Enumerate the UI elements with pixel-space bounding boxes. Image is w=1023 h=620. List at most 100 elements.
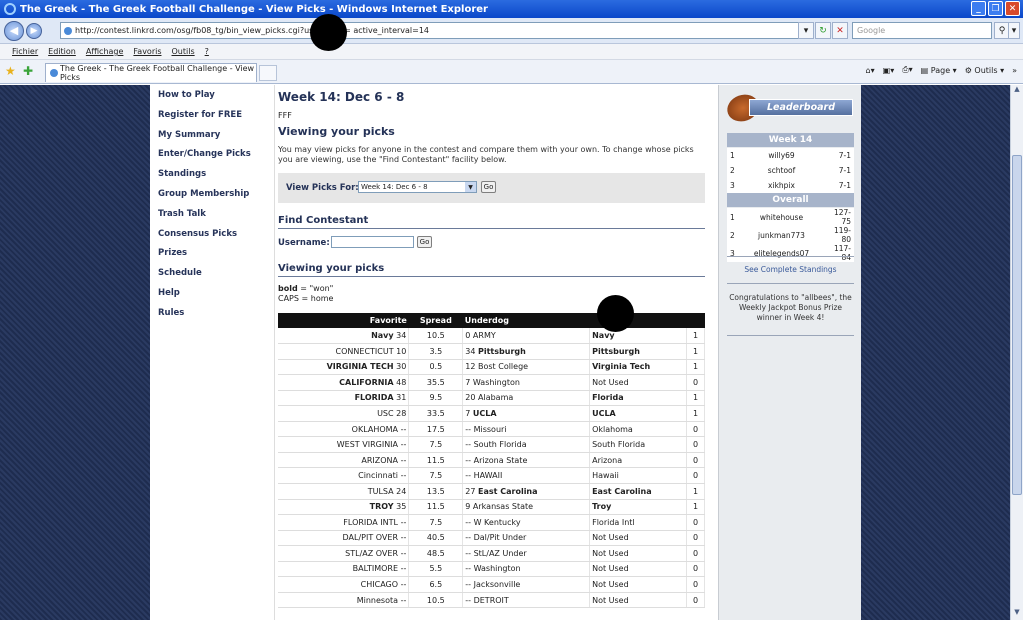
leader-row[interactable]: 3 xikhpix 7-1 [727,178,854,193]
stop-icon[interactable]: ✕ [832,22,848,39]
tab-bar: ★ ✚ The Greek - The Greek Football Chall… [0,60,1023,84]
maximize-icon[interactable]: ❐ [988,1,1003,16]
nav-enter-picks[interactable]: Enter/Change Picks [150,144,274,164]
leader-name[interactable]: junkman773 [741,226,822,244]
leader-row[interactable]: 3 elitelegends07 117-84 [727,244,854,262]
underdog-cell: 0 ARMY [462,328,591,345]
points-cell: 0 [686,421,706,438]
url-dropdown-icon[interactable]: ▾ [798,22,814,39]
home-icon[interactable]: ⌂▾ [866,66,875,75]
underdog-team: W Kentucky [473,517,521,527]
nav-my-summary[interactable]: My Summary [150,125,274,145]
favorite-score: -- [400,533,407,543]
nav-rules[interactable]: Rules [150,303,274,323]
underdog-score: 0 [465,331,471,341]
underdog-cell: -- South Florida [462,436,591,453]
leader-row[interactable]: 2 junkman773 119-80 [727,226,854,244]
menu-help[interactable]: ? [205,47,209,56]
page-title: Week 14: Dec 6 - 8 [278,90,405,104]
forward-button[interactable]: ▶ [26,22,42,39]
refresh-icon[interactable]: ↻ [815,22,831,39]
leader-rank: 1 [730,151,735,160]
spread-cell: 10.5 [408,328,464,345]
scroll-thumb[interactable] [1012,155,1022,495]
feeds-icon[interactable]: ▣▾ [883,66,895,75]
menu-edit[interactable]: Edition [48,47,76,56]
add-favorite-icon[interactable]: ✚ [23,64,33,78]
underdog-team: Bost College [478,362,529,372]
nav-trash-talk[interactable]: Trash Talk [150,204,274,224]
picks-divider [278,276,705,277]
nav-how-to-play[interactable]: How to Play [150,85,274,105]
menu-view[interactable]: Affichage [86,47,124,56]
new-tab-button[interactable] [259,65,277,81]
underdog-team: Pittsburgh [478,346,526,356]
search-options-icon[interactable]: ▾ [1008,22,1020,39]
search-input[interactable]: Google [852,22,992,39]
pick-cell: Not Used [589,545,687,562]
pick-cell: Not Used [589,576,687,593]
nav-group-membership[interactable]: Group Membership [150,184,274,204]
menu-favorites[interactable]: Favoris [133,47,161,56]
nav-prizes[interactable]: Prizes [150,243,274,263]
tools-menu[interactable]: ⚙ Outils ▾ [965,66,1004,75]
scroll-down-icon[interactable]: ▼ [1011,608,1023,620]
leader-name[interactable]: elitelegends07 [741,244,822,262]
picks-heading: Viewing your picks [278,263,385,274]
leader-record: 127-75 [833,208,851,226]
see-standings-link[interactable]: See Complete Standings [727,265,854,274]
leader-name[interactable]: willy69 [741,148,822,163]
favorite-team: TULSA [367,486,394,496]
nav-consensus-picks[interactable]: Consensus Picks [150,224,274,244]
pick-cell: Oklahoma [589,421,687,438]
bottom-divider [727,335,854,336]
leader-record: 7-1 [838,181,851,190]
spread-cell: 48.5 [408,545,464,562]
nav-schedule[interactable]: Schedule [150,263,274,283]
vertical-scrollbar[interactable]: ▲ ▼ [1010,85,1023,620]
menu-tools[interactable]: Outils [172,47,195,56]
week-select[interactable]: Week 14: Dec 6 - 8 ▼ [358,181,477,193]
favorite-team: OKLAHOMA [351,424,399,434]
nav-help[interactable]: Help [150,283,274,303]
back-button[interactable]: ◀ [4,20,24,41]
leader-row[interactable]: 1 willy69 7-1 [727,148,854,163]
find-go-button[interactable]: Go [417,236,432,248]
tools-menu-label: Outils [974,65,998,75]
print-icon[interactable]: ⎙▾ [902,65,912,75]
underdog-score: -- [465,564,472,574]
menu-file[interactable]: Fichier [12,47,38,56]
underdog-score: -- [465,471,472,481]
close-icon[interactable]: ✕ [1005,1,1020,16]
username-input[interactable] [331,236,414,248]
leader-name[interactable]: xikhpix [741,178,822,193]
chevron-right-icon[interactable]: » [1012,66,1017,75]
nav-standings[interactable]: Standings [150,164,274,184]
points-cell: 0 [686,545,706,562]
nav-register[interactable]: Register for FREE [150,105,274,125]
view-picks-go-button[interactable]: Go [481,181,496,193]
points-cell: 1 [686,328,706,345]
leader-rank: 1 [730,212,735,222]
scroll-up-icon[interactable]: ▲ [1011,85,1023,97]
tab-view-picks[interactable]: The Greek - The Greek Football Challenge… [45,63,257,82]
legend-caps: CAPS = home [278,294,334,303]
leader-name[interactable]: whitehouse [741,208,822,226]
underdog-cell: -- Arizona State [462,452,591,469]
favorite-score: -- [400,595,407,605]
page-menu[interactable]: ▤ Page ▾ [921,66,957,75]
url-input[interactable]: http://contest.linkrd.com/osg/fb08_tg/bi… [60,22,812,39]
underdog-cell: -- StL/AZ Under [462,545,591,562]
spread-cell: 6.5 [408,576,464,593]
leader-name[interactable]: schtoof [741,163,822,178]
favorites-star-icon[interactable]: ★ [5,64,16,78]
favorite-team: ARIZONA [361,455,399,465]
favorite-cell: Minnesota -- [278,592,410,609]
table-row: FLORIDA 31 9.5 20 Alabama Florida 1 [278,390,706,407]
minimize-icon[interactable]: _ [971,1,986,16]
window-title: The Greek - The Greek Football Challenge… [20,3,488,15]
leader-row[interactable]: 2 schtoof 7-1 [727,163,854,178]
spread-cell: 7.5 [408,436,464,453]
leader-row[interactable]: 1 whitehouse 127-75 [727,208,854,226]
table-row: TROY 35 11.5 9 Arkansas State Troy 1 [278,499,706,516]
